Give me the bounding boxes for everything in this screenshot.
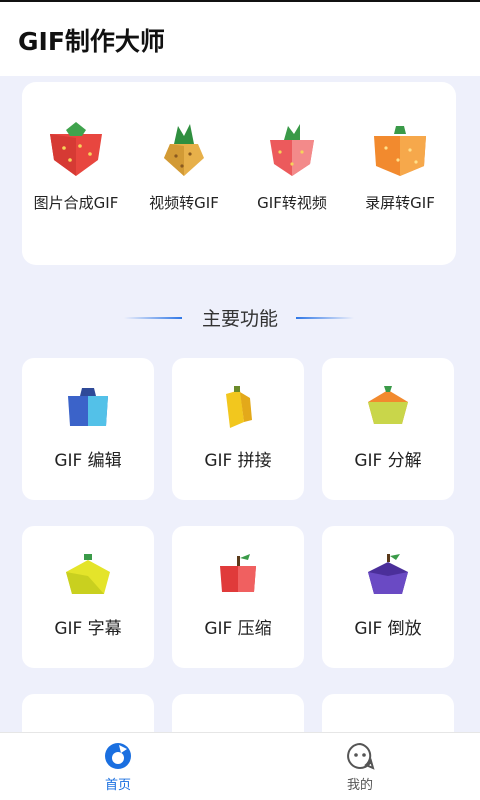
strawberry-icon <box>50 122 102 176</box>
tool-screen-record-to-gif[interactable]: 录屏转GIF <box>346 122 454 232</box>
tool-label: GIF转视频 <box>257 194 327 212</box>
strawberry-icon <box>270 124 314 176</box>
lemon-icon <box>66 554 110 594</box>
tool-label: 录屏转GIF <box>365 194 435 212</box>
pineapple-icon <box>164 124 204 176</box>
feature-gif-reverse[interactable]: GIF 倒放 <box>322 526 454 668</box>
orange-icon <box>374 126 426 176</box>
divider-line <box>296 317 354 319</box>
feature-label: GIF 倒放 <box>354 619 422 639</box>
plum-icon <box>368 554 408 594</box>
divider-line <box>124 317 182 319</box>
feature-gif-subtitle[interactable]: GIF 字幕 <box>22 526 154 668</box>
feature-label: GIF 压缩 <box>204 619 272 639</box>
tool-gif-to-video[interactable]: GIF转视频 <box>238 122 346 232</box>
tool-video-to-gif[interactable]: 视频转GIF <box>130 122 238 232</box>
feature-gif-compress[interactable]: GIF 压缩 <box>172 526 304 668</box>
tool-label: 视频转GIF <box>149 194 219 212</box>
app-bar: GIF制作大师 <box>0 2 480 76</box>
tab-mine-label: 我的 <box>346 778 373 793</box>
quick-tools-card: 图片合成GIF 视频转GIF GIF转视频 录屏转GIF <box>22 82 456 265</box>
feature-gif-merge[interactable]: GIF 拼接 <box>172 358 304 500</box>
banana-icon <box>226 386 252 428</box>
tab-home[interactable]: 首页 <box>78 741 158 793</box>
feature-label: GIF 编辑 <box>54 451 122 471</box>
orange-icon <box>368 386 408 424</box>
tool-images-to-gif[interactable]: 图片合成GIF <box>22 122 130 232</box>
chat-face-icon <box>347 742 375 770</box>
blueberry-icon <box>68 388 108 426</box>
bottom-tab-bar: 首页 我的 <box>0 732 480 800</box>
feature-gif-edit[interactable]: GIF 编辑 <box>22 358 154 500</box>
section-header: 主要功能 <box>0 305 480 333</box>
home-icon <box>105 743 131 769</box>
app-title: GIF制作大师 <box>18 27 165 56</box>
tab-home-label: 首页 <box>104 778 131 793</box>
feature-label: GIF 拼接 <box>204 451 272 471</box>
apple-icon <box>220 554 256 592</box>
tool-label: 图片合成GIF <box>33 194 119 212</box>
section-title: 主要功能 <box>201 308 278 330</box>
feature-label: GIF 字幕 <box>54 619 122 639</box>
feature-gif-split[interactable]: GIF 分解 <box>322 358 454 500</box>
feature-label: GIF 分解 <box>354 451 422 471</box>
tab-mine[interactable]: 我的 <box>320 741 400 793</box>
